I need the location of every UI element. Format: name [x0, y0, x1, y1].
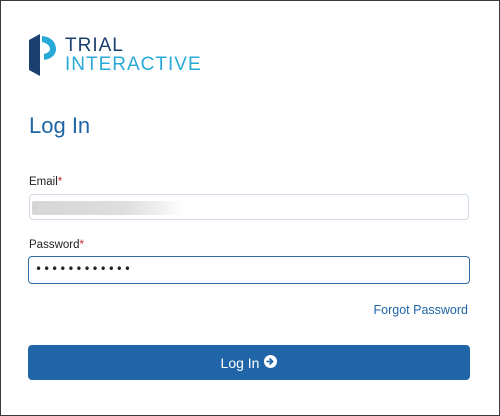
- password-label-row: Password*: [29, 239, 84, 251]
- email-field[interactable]: [29, 194, 469, 220]
- brand-line2: INTERACTIVE: [65, 54, 202, 75]
- email-label: Email: [29, 176, 58, 188]
- email-label-row: Email*: [29, 176, 62, 188]
- brand-wordmark: TRIAL INTERACTIVE: [65, 36, 202, 74]
- required-marker: *: [57, 176, 63, 188]
- trial-interactive-logo-icon: [29, 34, 56, 76]
- password-field[interactable]: ••••••••••••: [28, 256, 470, 284]
- arrow-circle-right-icon: [264, 354, 278, 371]
- password-value: ••••••••••••: [35, 262, 132, 276]
- login-button-label: Log In: [220, 354, 260, 371]
- login-panel: TRIAL INTERACTIVE Log In Email* Password…: [0, 0, 500, 416]
- password-label: Password: [29, 239, 80, 251]
- required-marker: *: [79, 239, 84, 251]
- forgot-password-link[interactable]: Forgot Password: [374, 303, 468, 317]
- brand-logo: TRIAL INTERACTIVE: [27, 32, 202, 78]
- page-title: Log In: [29, 113, 91, 138]
- login-button[interactable]: Log In: [28, 345, 470, 380]
- brand-line1: TRIAL: [65, 35, 124, 56]
- redacted-email-value: [32, 201, 184, 215]
